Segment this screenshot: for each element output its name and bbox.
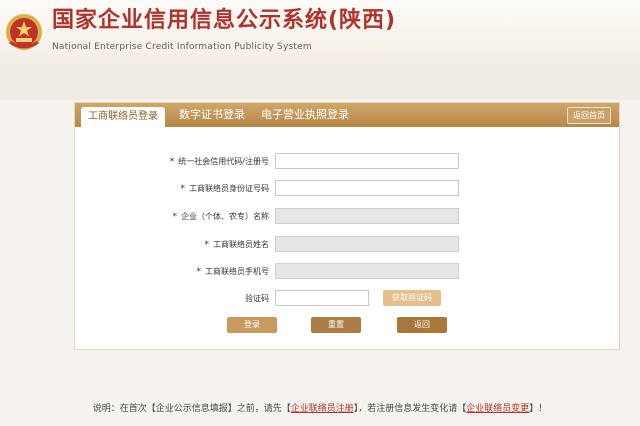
get-code-button[interactable]: 获取验证码: [383, 290, 441, 306]
site-subtitle: National Enterprise Credit Information P…: [52, 42, 312, 52]
id-number-input[interactable]: [275, 180, 459, 196]
tab-contact-login[interactable]: 工商联络员登录: [81, 107, 165, 127]
id-number-label: * 工商联络员身份证号码: [181, 180, 270, 198]
footer-note: 说明：在首次【企业公示信息填报】之前，请先【企业联络员注册】，若注册信息发生变化…: [0, 402, 640, 416]
tab-digital-certificate-login[interactable]: 数字证书登录: [179, 103, 245, 127]
form-row-credit-code: * 统一社会信用代码/注册号: [75, 153, 619, 171]
contact-name-input[interactable]: [275, 236, 459, 252]
national-emblem-icon: [6, 14, 42, 50]
contact-phone-label-text: 工商联络员手机号: [205, 267, 269, 276]
contact-register-link[interactable]: 企业联络员注册: [291, 404, 354, 414]
contact-phone-label: * 工商联络员手机号: [197, 263, 270, 281]
site-title: 国家企业信用信息公示系统(陕西): [52, 8, 397, 33]
captcha-label: 验证码: [245, 294, 269, 303]
captcha-input[interactable]: [275, 290, 369, 306]
note-suffix: 】！: [529, 404, 548, 414]
required-mark: *: [169, 157, 175, 167]
enterprise-name-label: * 企业（个体、农专）名称: [173, 208, 270, 226]
contact-change-link[interactable]: 企业联络员变更: [466, 404, 529, 414]
tab-e-license-login[interactable]: 电子营业执照登录: [261, 103, 349, 127]
enterprise-name-label-text: 企业（个体、农专）名称: [181, 212, 269, 221]
form-row-contact-phone: * 工商联络员手机号: [75, 263, 619, 281]
login-panel: 工商联络员登录 数字证书登录 电子营业执照登录 返回首页 * 统一社会信用代码/注…: [74, 102, 620, 350]
form-row-captcha: 验证码 获取验证码: [75, 290, 619, 308]
credit-code-label: * 统一社会信用代码/注册号: [170, 153, 269, 171]
required-mark: *: [172, 212, 178, 222]
site-header: 国家企业信用信息公示系统(陕西) National Enterprise Cre…: [0, 0, 640, 67]
enterprise-name-input[interactable]: [275, 208, 459, 224]
form-row-id-number: * 工商联络员身份证号码: [75, 180, 619, 198]
note-prefix: 说明：在首次【企业公示信息填报】之前，请先【: [92, 404, 291, 414]
back-button[interactable]: 返回: [397, 317, 447, 333]
required-mark: *: [204, 240, 210, 250]
contact-name-label: * 工商联络员姓名: [205, 236, 270, 254]
form-row-enterprise-name: * 企业（个体、农专）名称: [75, 208, 619, 226]
credit-code-input[interactable]: [275, 153, 459, 169]
credit-code-label-text: 统一社会信用代码/注册号: [178, 157, 269, 166]
contact-name-label-text: 工商联络员姓名: [213, 240, 269, 249]
required-mark: *: [180, 184, 186, 194]
login-tabbar: 工商联络员登录 数字证书登录 电子营业执照登录 返回首页: [75, 103, 619, 127]
login-button[interactable]: 登录: [227, 317, 277, 333]
reset-button[interactable]: 重置: [311, 317, 361, 333]
header-band: [0, 66, 640, 100]
contact-phone-input[interactable]: [275, 263, 459, 279]
required-mark: *: [196, 267, 202, 277]
back-home-button[interactable]: 返回首页: [567, 107, 611, 124]
note-middle: 】，若注册信息发生变化请【: [353, 404, 467, 414]
form-row-contact-name: * 工商联络员姓名: [75, 236, 619, 254]
id-number-label-text: 工商联络员身份证号码: [189, 184, 269, 193]
